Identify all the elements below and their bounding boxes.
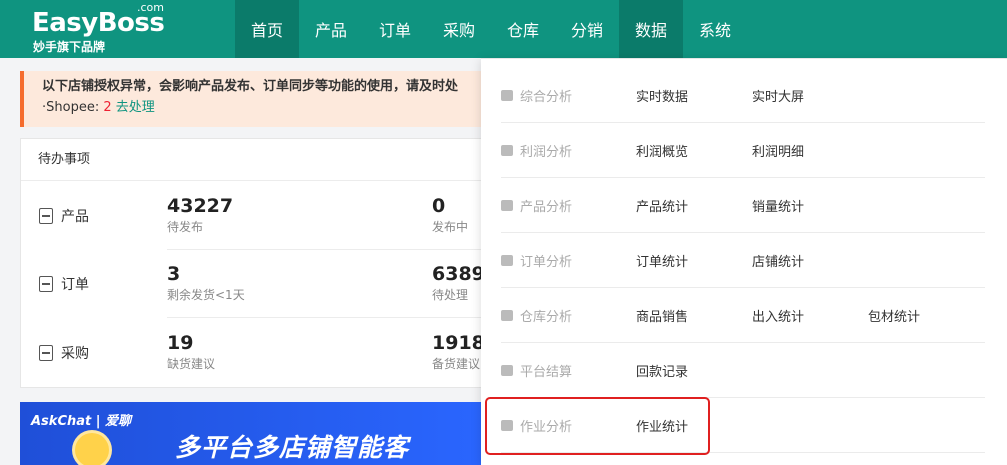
dropdown-row-overview: 综合分析 实时数据 实时大屏 — [481, 68, 1007, 123]
todo-panel: 待办事项 产品 43227 待发布 0 发布中 订单 3 剩余发货<1天 638… — [20, 138, 490, 388]
metric-label: 发布中 — [432, 220, 469, 234]
alert-action-link[interactable]: 去处理 — [116, 100, 155, 115]
link-sales-stats[interactable]: 销量统计 — [752, 178, 804, 233]
overview-icon — [501, 90, 513, 101]
category-label: 产品分析 — [520, 200, 573, 215]
nav-order[interactable]: 订单 — [363, 0, 427, 58]
category-label: 综合分析 — [520, 90, 573, 105]
dropdown-category: 平台结算 — [501, 343, 572, 398]
order-icon — [39, 276, 53, 292]
mascot-icon — [72, 430, 112, 465]
metric-out-of-stock[interactable]: 19 缺货建议 — [167, 331, 215, 373]
nav-distribution[interactable]: 分销 — [555, 0, 619, 58]
dropdown-category: 订单分析 — [501, 233, 572, 288]
metric-value: 43227 — [167, 195, 234, 217]
logo-domain: .com — [137, 1, 164, 14]
dropdown-row-order: 订单分析 订单统计 店铺统计 — [481, 233, 1007, 288]
nav-data[interactable]: 数据 — [619, 0, 683, 58]
metric-stock-suggest[interactable]: 1918 备货建议 — [432, 331, 485, 373]
promo-banner[interactable]: AskChat | 爱聊 多平台多店铺智能客 — [20, 402, 490, 465]
alert-platform: ·Shopee: — [42, 100, 100, 115]
profit-icon — [501, 145, 513, 156]
dropdown-category: 利润分析 — [501, 123, 572, 178]
metric-ship-soon[interactable]: 3 剩余发货<1天 — [167, 262, 245, 304]
alert-title: 以下店铺授权异常，会影响产品发布、订单同步等功能的使用，请及时处 — [42, 79, 459, 94]
todo-row-order: 订单 3 剩余发货<1天 6389 待处理 — [21, 250, 489, 318]
highlight-annotation — [485, 397, 710, 455]
metric-label: 缺货建议 — [167, 357, 216, 371]
category-label: 仓库分析 — [520, 310, 573, 325]
dropdown-row-settlement: 平台结算 回款记录 — [481, 343, 1007, 398]
settlement-icon — [501, 365, 513, 376]
row-label: 产品 — [39, 206, 89, 226]
link-product-stats[interactable]: 产品统计 — [636, 178, 688, 233]
product-analysis-icon — [501, 200, 513, 211]
nav-product[interactable]: 产品 — [299, 0, 363, 58]
link-realtime-screen[interactable]: 实时大屏 — [752, 68, 804, 123]
row-label-text: 订单 — [61, 277, 89, 293]
metric-to-publish[interactable]: 43227 待发布 — [167, 194, 233, 236]
metric-label: 待处理 — [432, 288, 469, 302]
logo-subtitle: 妙手旗下品牌 — [33, 40, 106, 54]
link-shop-stats[interactable]: 店铺统计 — [752, 233, 804, 288]
dropdown-row-profit: 利润分析 利润概览 利润明细 — [481, 123, 1007, 178]
row-label-text: 采购 — [61, 346, 89, 362]
metric-pending[interactable]: 6389 待处理 — [432, 262, 485, 304]
metric-publishing[interactable]: 0 发布中 — [432, 194, 468, 236]
dropdown-category: 仓库分析 — [501, 288, 572, 343]
metric-label: 剩余发货<1天 — [167, 288, 245, 302]
row-label-text: 产品 — [61, 209, 89, 225]
metric-value: 0 — [432, 195, 446, 217]
dropdown-category: 综合分析 — [501, 68, 572, 123]
brand-logo[interactable]: EasyBoss .com 妙手旗下品牌 — [0, 0, 235, 58]
alert-detail: ·Shopee: 2 去处理 — [42, 97, 490, 119]
order-analysis-icon — [501, 255, 513, 266]
category-label: 利润分析 — [520, 145, 573, 160]
main-nav: 首页 产品 订单 采购 仓库 分销 数据 系统 — [235, 0, 747, 58]
banner-brand: AskChat | 爱聊 — [31, 414, 132, 429]
auth-alert: 以下店铺授权异常，会影响产品发布、订单同步等功能的使用，请及时处 ·Shopee… — [20, 71, 490, 127]
purchase-icon — [39, 345, 53, 361]
banner-headline: 多平台多店铺智能客 — [175, 433, 410, 462]
dropdown-row-warehouse: 仓库分析 商品销售 出入统计 包材统计 — [481, 288, 1007, 343]
dropdown-row-product: 产品分析 产品统计 销量统计 — [481, 178, 1007, 233]
category-label: 平台结算 — [520, 365, 573, 380]
todo-title: 待办事项 — [21, 139, 489, 181]
dropdown-category: 产品分析 — [501, 178, 572, 233]
nav-home[interactable]: 首页 — [235, 0, 299, 58]
category-label: 订单分析 — [520, 255, 573, 270]
warehouse-analysis-icon — [501, 310, 513, 321]
metric-value: 3 — [167, 263, 181, 285]
link-profit-overview[interactable]: 利润概览 — [636, 123, 688, 178]
metric-value: 19 — [167, 332, 194, 354]
link-order-stats[interactable]: 订单统计 — [636, 233, 688, 288]
nav-purchase[interactable]: 采购 — [427, 0, 491, 58]
top-header: EasyBoss .com 妙手旗下品牌 首页 产品 订单 采购 仓库 分销 数… — [0, 0, 1007, 58]
metric-label: 备货建议 — [432, 357, 481, 371]
link-goods-sales[interactable]: 商品销售 — [636, 288, 688, 343]
metric-value: 1918 — [432, 332, 485, 354]
metric-value: 6389 — [432, 263, 485, 285]
todo-row-purchase: 采购 19 缺货建议 1918 备货建议 — [21, 319, 489, 387]
link-profit-detail[interactable]: 利润明细 — [752, 123, 804, 178]
row-label: 订单 — [39, 274, 89, 294]
todo-row-product: 产品 43227 待发布 0 发布中 — [21, 182, 489, 250]
row-label: 采购 — [39, 343, 89, 363]
link-packaging-stats[interactable]: 包材统计 — [868, 288, 920, 343]
alert-count: 2 — [103, 100, 112, 115]
nav-warehouse[interactable]: 仓库 — [491, 0, 555, 58]
link-realtime-data[interactable]: 实时数据 — [636, 68, 688, 123]
link-inout-stats[interactable]: 出入统计 — [752, 288, 804, 343]
metric-label: 待发布 — [167, 220, 204, 234]
link-payment-records[interactable]: 回款记录 — [636, 343, 688, 398]
divider — [167, 317, 489, 318]
product-icon — [39, 208, 53, 224]
nav-system[interactable]: 系统 — [683, 0, 747, 58]
